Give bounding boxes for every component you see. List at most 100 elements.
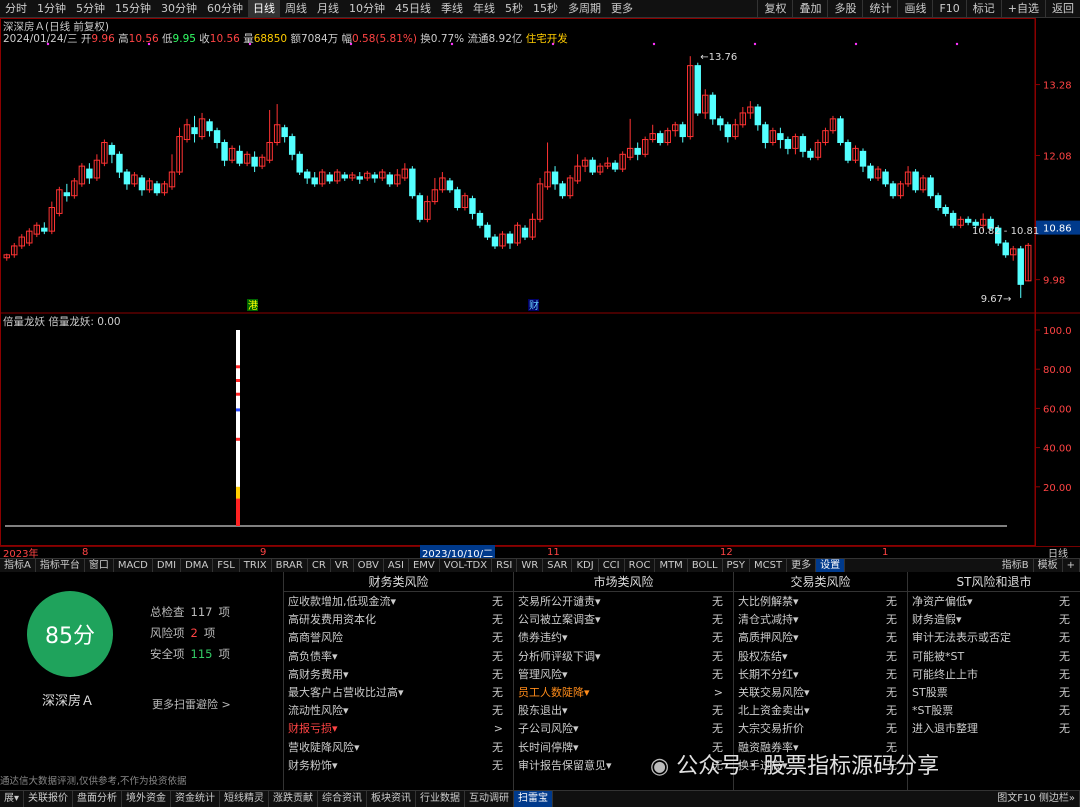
period-tab[interactable]: 5秒 <box>500 0 528 18</box>
indicator-tab[interactable]: RSI <box>492 559 518 572</box>
indicator-tab[interactable]: VR <box>331 559 354 572</box>
risk-item[interactable]: 交易所公开谴责▾ 无 <box>514 592 733 610</box>
indicator-tab-right[interactable]: + <box>1063 559 1080 572</box>
risk-item[interactable]: 可能终止上市 无 <box>908 665 1080 683</box>
risk-item[interactable]: 北上资金卖出▾ 无 <box>734 701 907 719</box>
indicator-tab[interactable]: FSL <box>213 559 240 572</box>
bottom-tab[interactable]: 行业数据 <box>416 791 466 807</box>
risk-item[interactable]: 最大客户占营收比过高▾ 无 <box>284 683 513 701</box>
more-scan-link[interactable]: 更多扫雷避险 > <box>152 696 231 712</box>
risk-item[interactable]: *ST股票 无 <box>908 701 1080 719</box>
period-tab[interactable]: 30分钟 <box>156 0 202 18</box>
risk-item[interactable]: 高商誉风险 无 <box>284 628 513 646</box>
risk-item[interactable]: 公司被立案调查▾ 无 <box>514 610 733 628</box>
risk-item[interactable]: ST股票 无 <box>908 683 1080 701</box>
risk-item[interactable]: 长期不分红▾ 无 <box>734 665 907 683</box>
period-tab[interactable]: 季线 <box>436 0 468 18</box>
indicator-tab[interactable]: 指标平台 <box>36 559 85 572</box>
risk-item[interactable]: 股权冻结▾ 无 <box>734 647 907 665</box>
indicator-tab[interactable]: CR <box>308 559 331 572</box>
bottom-tab[interactable]: 盘面分析 <box>73 791 123 807</box>
bottom-tab[interactable]: 扫雷宝 <box>514 791 554 807</box>
indicator-tab[interactable]: EMV <box>409 559 440 572</box>
period-tab[interactable]: 周线 <box>280 0 312 18</box>
indicator-tab[interactable]: TRIX <box>240 559 272 572</box>
bottom-tab[interactable]: 资金统计 <box>171 791 221 807</box>
bottom-tab[interactable]: 涨跌贡献 <box>269 791 319 807</box>
risk-item[interactable]: 高财务费用▾ 无 <box>284 665 513 683</box>
indicator-tab[interactable]: 更多 <box>787 559 817 572</box>
toolbar-button[interactable]: +自选 <box>1000 0 1045 18</box>
risk-item[interactable]: 股东退出▾ 无 <box>514 701 733 719</box>
toolbar-button[interactable]: 复权 <box>757 0 792 18</box>
risk-item[interactable]: 清仓式减持▾ 无 <box>734 610 907 628</box>
risk-item[interactable]: 大宗交易折价 无 <box>734 719 907 737</box>
risk-item[interactable]: 员工人数陡降▾ > <box>514 683 733 701</box>
indicator-tab[interactable]: BOLL <box>688 559 723 572</box>
indicator-tab[interactable]: MACD <box>114 559 153 572</box>
risk-item[interactable]: 分析师评级下调▾ 无 <box>514 647 733 665</box>
indicator-tab[interactable]: OBV <box>354 559 384 572</box>
toolbar-button[interactable]: 返回 <box>1045 0 1080 18</box>
indicator-tab[interactable]: 指标A <box>0 559 36 572</box>
indicator-tab[interactable]: DMI <box>153 559 182 572</box>
indicator-tab[interactable]: MCST <box>750 559 788 572</box>
risk-item[interactable]: 高质押风险▾ 无 <box>734 628 907 646</box>
period-tab[interactable]: 10分钟 <box>344 0 390 18</box>
indicator-tab[interactable]: ASI <box>384 559 409 572</box>
indicator-tab-right[interactable]: 指标B <box>998 559 1034 572</box>
indicator-tab[interactable]: VOL-TDX <box>440 559 493 572</box>
risk-item[interactable]: 财务造假▾ 无 <box>908 610 1080 628</box>
indicator-tab[interactable]: 窗口 <box>85 559 114 572</box>
risk-item[interactable]: 子公司风险▾ 无 <box>514 719 733 737</box>
candlestick-chart[interactable]: 13.28 12.08 10.86 9.98 ←13.76 9.67→ 10.82 - 10… <box>0 18 1080 546</box>
period-tab[interactable]: 15秒 <box>528 0 563 18</box>
indicator-tab[interactable]: BRAR <box>272 559 308 572</box>
risk-item[interactable]: 营收陡降风险▾ 无 <box>284 738 513 756</box>
bottom-tab[interactable]: 短线精灵 <box>220 791 270 807</box>
sector-label[interactable]: 住宅开发 <box>526 33 568 45</box>
risk-item[interactable]: 高负债率▾ 无 <box>284 647 513 665</box>
indicator-tab[interactable]: KDJ <box>572 559 599 572</box>
indicator-tab[interactable]: SAR <box>543 559 573 572</box>
indicator-tab[interactable]: WR <box>517 559 544 572</box>
risk-item[interactable]: 大比例解禁▾ 无 <box>734 592 907 610</box>
bottom-tab[interactable]: 板块资讯 <box>367 791 417 807</box>
period-tab[interactable]: 5分钟 <box>71 0 110 18</box>
period-tab[interactable]: 更多 <box>606 0 638 18</box>
period-tab[interactable]: 月线 <box>312 0 344 18</box>
indicator-tab[interactable]: CCI <box>599 559 625 572</box>
indicator-tab[interactable]: PSY <box>723 559 751 572</box>
bottom-tab[interactable]: 综合资讯 <box>318 791 368 807</box>
risk-item[interactable]: 可能被*ST 无 <box>908 647 1080 665</box>
indicator-tab[interactable]: MTM <box>655 559 688 572</box>
indicator-tab-right[interactable]: 模板 <box>1034 559 1063 572</box>
risk-item[interactable]: 净资产偏低▾ 无 <box>908 592 1080 610</box>
bottom-tab[interactable]: 境外资金 <box>122 791 172 807</box>
period-tab[interactable]: 15分钟 <box>110 0 156 18</box>
indicator-tab[interactable]: 设置 <box>816 559 846 572</box>
toolbar-button[interactable]: 标记 <box>965 0 1001 18</box>
risk-item[interactable]: 进入退市整理 无 <box>908 719 1080 737</box>
toolbar-button[interactable]: 叠加 <box>792 0 827 18</box>
toolbar-button[interactable]: 统计 <box>862 0 897 18</box>
sidebar-toggle[interactable]: 图文F10 侧边栏» <box>993 791 1080 807</box>
risk-item[interactable]: 财务粉饰▾ 无 <box>284 756 513 774</box>
toolbar-button[interactable]: 多股 <box>827 0 862 18</box>
indicator-tab[interactable]: ROC <box>625 559 656 572</box>
risk-item[interactable]: 应收款增加,低现金流▾ 无 <box>284 592 513 610</box>
period-tab[interactable]: 1分钟 <box>32 0 71 18</box>
period-tab[interactable]: 60分钟 <box>202 0 248 18</box>
bottom-tab[interactable]: 展▾ <box>0 791 25 807</box>
risk-item[interactable]: 关联交易风险▾ 无 <box>734 683 907 701</box>
risk-item[interactable]: 债券违约▾ 无 <box>514 628 733 646</box>
bottom-tab[interactable]: 互动调研 <box>465 791 515 807</box>
period-tab[interactable]: 45日线 <box>390 0 436 18</box>
risk-item[interactable]: 管理风险▾ 无 <box>514 665 733 683</box>
risk-item[interactable]: 流动性风险▾ 无 <box>284 701 513 719</box>
period-tab[interactable]: 多周期 <box>563 0 606 18</box>
risk-item[interactable]: 审计无法表示或否定 无 <box>908 628 1080 646</box>
risk-item[interactable]: 高研发费用资本化 无 <box>284 610 513 628</box>
toolbar-button[interactable]: 画线 <box>897 0 932 18</box>
period-tab[interactable]: 日线 <box>248 0 280 18</box>
